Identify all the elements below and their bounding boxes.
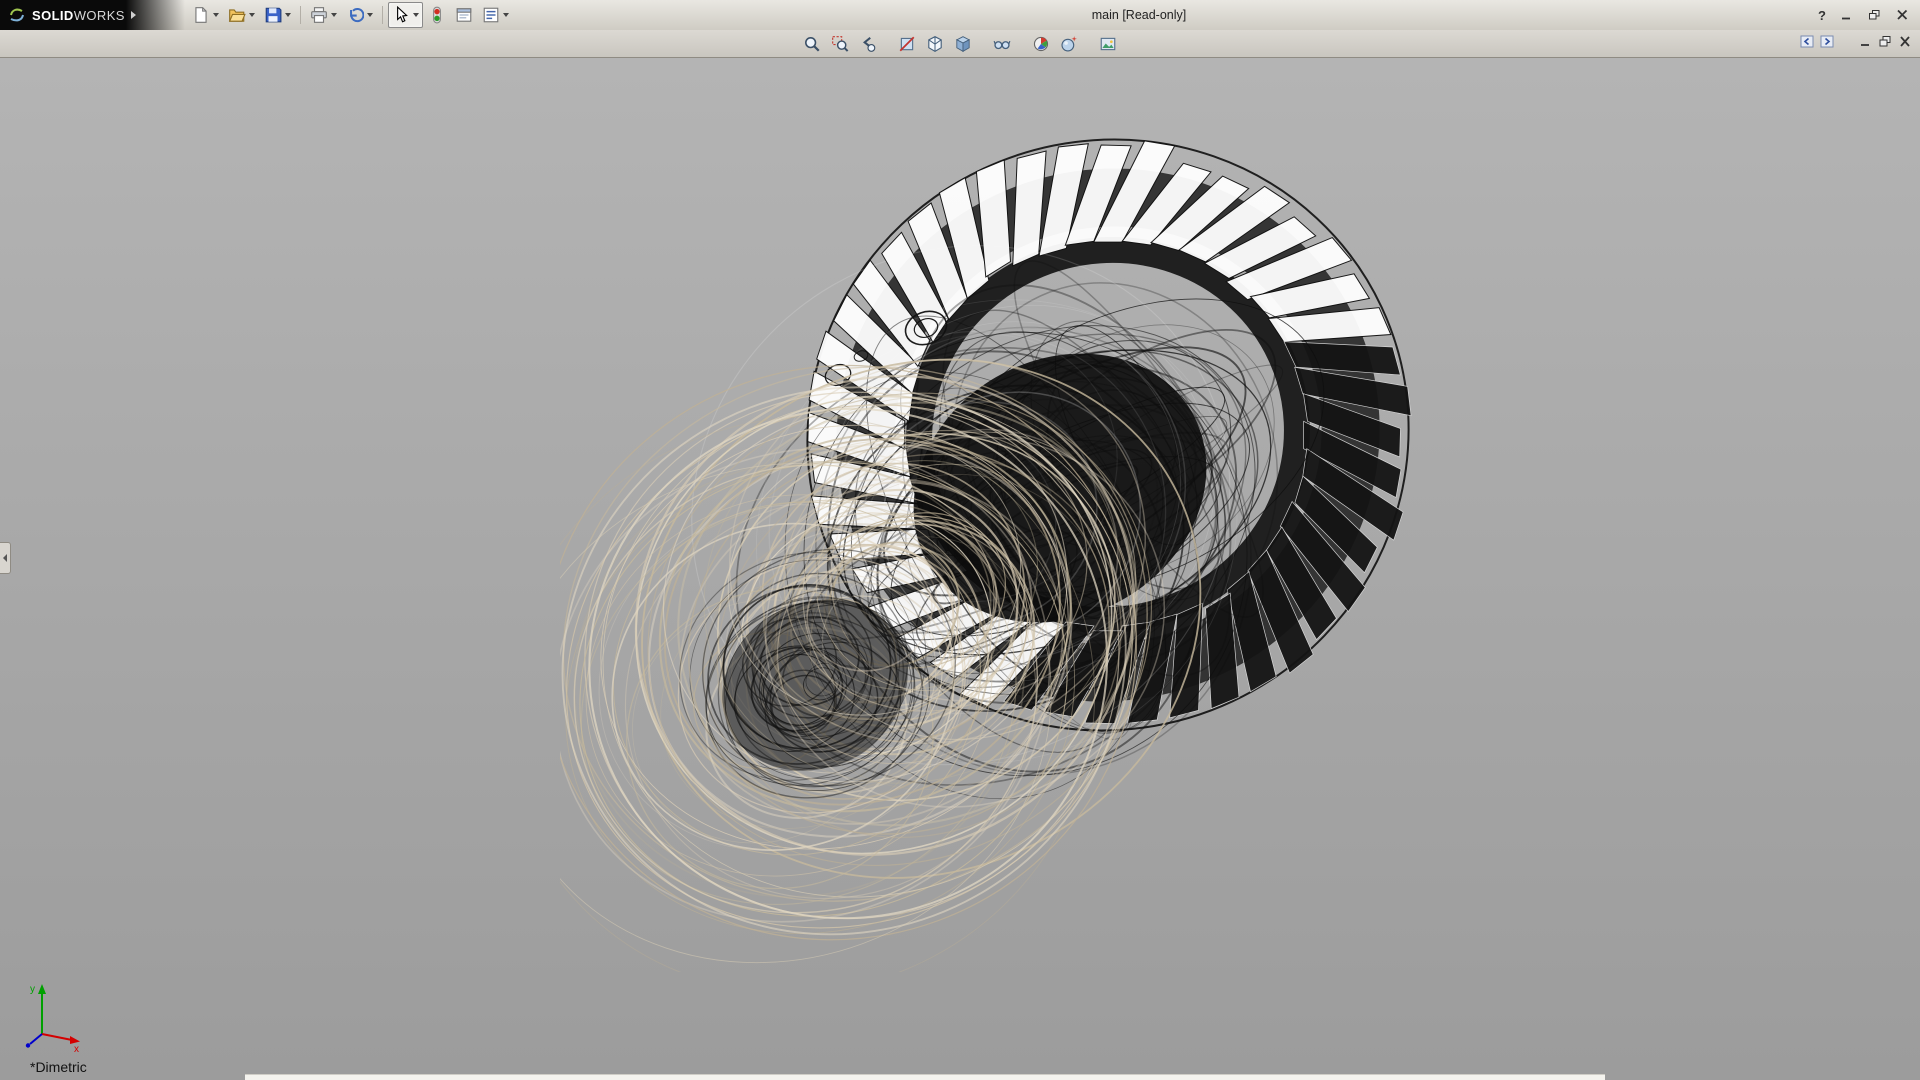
- main-toolbar: [188, 0, 513, 30]
- new-document-icon: [192, 6, 210, 24]
- open-folder-icon: [228, 6, 246, 24]
- select-cursor-icon: [392, 6, 410, 24]
- hide-show-items-icon: [993, 35, 1011, 53]
- headsup-toolbar-row: [0, 30, 1920, 58]
- zoom-to-fit-button[interactable]: [799, 31, 825, 57]
- doc-close-button[interactable]: [1898, 35, 1912, 53]
- toolbar-separator: [382, 6, 383, 24]
- close-button[interactable]: [1894, 8, 1910, 22]
- hide-show-items-button[interactable]: [989, 31, 1015, 57]
- dropdown-arrow-icon[interactable]: [331, 13, 337, 17]
- minimize-icon: [1840, 9, 1853, 21]
- brand-expand-icon: [131, 11, 136, 19]
- zoom-to-fit-icon: [803, 35, 821, 53]
- headsup-toolbar: [799, 31, 1121, 57]
- 3ds-logo-icon: [7, 7, 27, 23]
- model-wireframe-turbine[interactable]: [560, 120, 1420, 972]
- graphics-area[interactable]: y x *Dimetric: [0, 58, 1920, 1080]
- edit-appearance-icon: [1032, 35, 1050, 53]
- minimize-button[interactable]: [1838, 8, 1854, 22]
- display-style-icon: [954, 35, 972, 53]
- reference-triad: y x: [18, 976, 90, 1052]
- document-title: main [Read-only]: [1092, 0, 1187, 30]
- previous-document-button[interactable]: [1800, 35, 1814, 53]
- save-button[interactable]: [260, 2, 295, 28]
- doc-minimize-button[interactable]: [1858, 35, 1872, 53]
- print-button[interactable]: [306, 2, 341, 28]
- apply-scene-icon: [1060, 35, 1078, 53]
- featuremanager-collapse-tab[interactable]: [0, 542, 11, 574]
- properties-icon: [455, 6, 473, 24]
- solidworks-menu-logo[interactable]: SOLIDWORKS: [0, 0, 185, 30]
- selection-filter-icon: [428, 6, 446, 24]
- window-controls: ?: [1818, 0, 1910, 30]
- previous-view-icon: [859, 35, 877, 53]
- doc-minimize-icon: [1858, 35, 1872, 48]
- open-document-button[interactable]: [224, 2, 259, 28]
- undo-icon: [346, 6, 364, 24]
- triad-x-label: x: [74, 1044, 79, 1052]
- doc-restore-button[interactable]: [1878, 35, 1892, 53]
- print-icon: [310, 6, 328, 24]
- edit-appearance-button[interactable]: [1028, 31, 1054, 57]
- doc-close-icon: [1898, 35, 1912, 48]
- properties-button[interactable]: [451, 2, 477, 28]
- dropdown-arrow-icon[interactable]: [285, 13, 291, 17]
- view-orientation-label: *Dimetric: [30, 1059, 87, 1075]
- titlebar: SOLIDWORKS: [0, 0, 1920, 31]
- help-button[interactable]: ?: [1818, 8, 1826, 23]
- options-button[interactable]: [478, 2, 513, 28]
- save-icon: [264, 6, 282, 24]
- view-orientation-icon: [926, 35, 944, 53]
- document-window-controls: [1800, 30, 1912, 57]
- undo-button[interactable]: [342, 2, 377, 28]
- brand-text-bold: SOLID: [32, 8, 74, 23]
- display-style-button[interactable]: [950, 31, 976, 57]
- brand-text-light: WORKS: [74, 8, 125, 23]
- previous-document-icon: [1800, 35, 1814, 48]
- solidworks-window: SOLIDWORKS: [0, 0, 1920, 1080]
- dropdown-arrow-icon[interactable]: [413, 13, 419, 17]
- toolbar-separator: [300, 6, 301, 24]
- apply-scene-button[interactable]: [1056, 31, 1082, 57]
- next-document-icon: [1820, 35, 1834, 48]
- dropdown-arrow-icon[interactable]: [213, 13, 219, 17]
- options-icon: [482, 6, 500, 24]
- dropdown-arrow-icon[interactable]: [367, 13, 373, 17]
- section-view-button[interactable]: [894, 31, 920, 57]
- next-document-button[interactable]: [1820, 35, 1834, 53]
- close-icon: [1896, 9, 1909, 21]
- view-settings-button[interactable]: [1095, 31, 1121, 57]
- restore-icon: [1868, 9, 1881, 21]
- previous-view-button[interactable]: [855, 31, 881, 57]
- section-view-icon: [898, 35, 916, 53]
- selection-filter-toggle-button[interactable]: [424, 2, 450, 28]
- triad-y-label: y: [30, 984, 35, 995]
- taskbar-edge: [245, 1074, 1605, 1080]
- select-button[interactable]: [388, 2, 423, 28]
- new-document-button[interactable]: [188, 2, 223, 28]
- zoom-to-area-button[interactable]: [827, 31, 853, 57]
- zoom-to-area-icon: [831, 35, 849, 53]
- collapse-arrow-icon: [3, 554, 7, 562]
- view-settings-icon: [1099, 35, 1117, 53]
- doc-restore-icon: [1878, 35, 1892, 48]
- restore-button[interactable]: [1866, 8, 1882, 22]
- view-orientation-button[interactable]: [922, 31, 948, 57]
- dropdown-arrow-icon[interactable]: [503, 13, 509, 17]
- dropdown-arrow-icon[interactable]: [249, 13, 255, 17]
